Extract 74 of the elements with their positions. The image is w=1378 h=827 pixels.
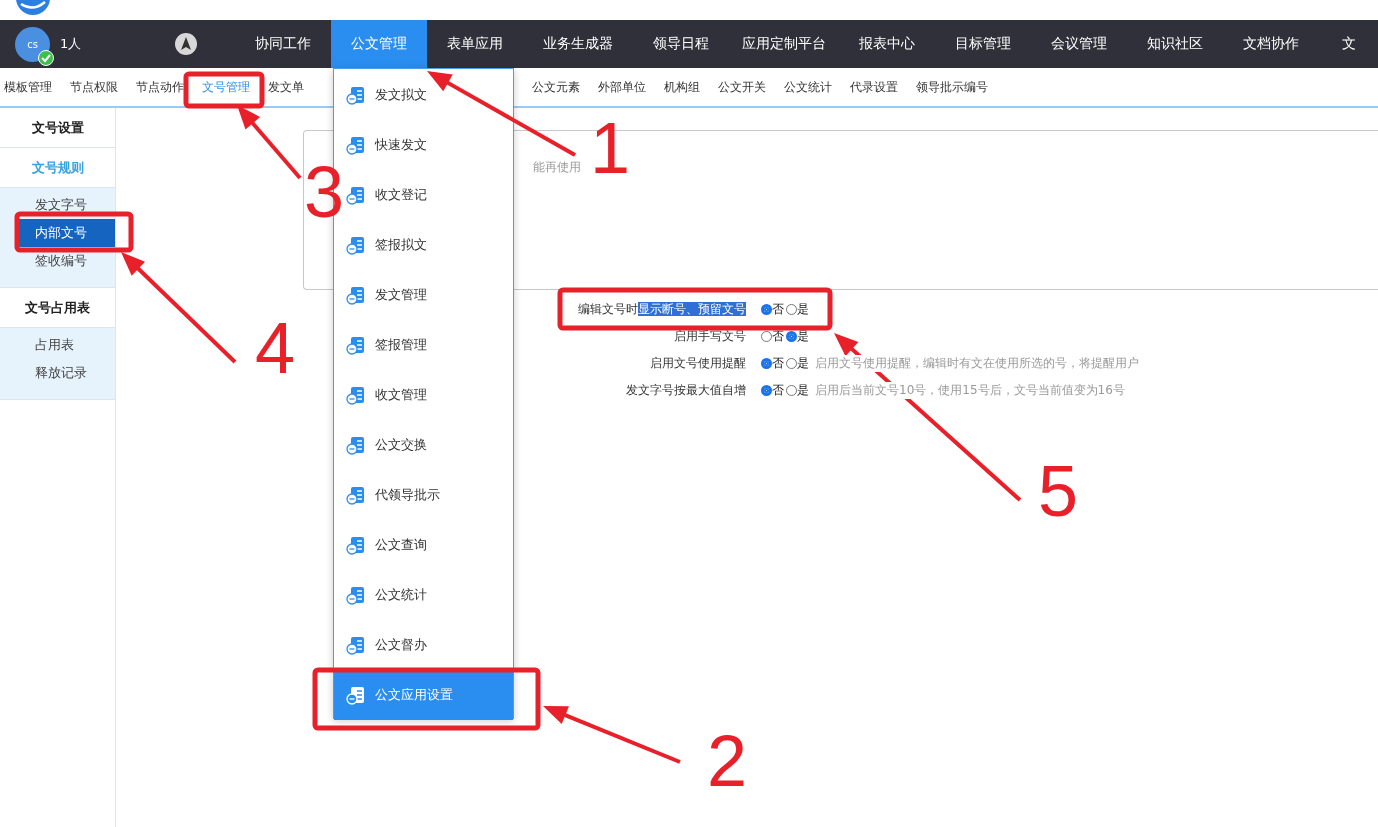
menu-item[interactable]: 签报管理 bbox=[334, 320, 513, 370]
sub-tab[interactable]: 文号管理 bbox=[202, 78, 250, 96]
radio-option[interactable]: 否 bbox=[761, 355, 784, 372]
menu-item[interactable]: 公文查询 bbox=[334, 520, 513, 570]
step-number: 4 bbox=[255, 312, 296, 384]
sub-tab[interactable]: 领导批示编号 bbox=[916, 78, 988, 96]
sub-tab[interactable]: 公文统计 bbox=[784, 78, 832, 96]
document-icon bbox=[346, 535, 365, 555]
nav-tab[interactable]: 业务生成器 bbox=[523, 20, 633, 68]
nav-tab[interactable]: 会议管理 bbox=[1031, 20, 1127, 68]
setting-label: 发文字号按最大值自增 bbox=[626, 382, 746, 399]
sub-tab[interactable]: 机构组 bbox=[664, 78, 700, 96]
sidebar-header[interactable]: 文号设置 bbox=[0, 108, 115, 148]
document-icon bbox=[346, 585, 365, 605]
setting-label: 启用手写文号 bbox=[674, 328, 746, 345]
sidebar-item[interactable]: 发文字号 bbox=[15, 191, 115, 219]
setting-label: 编辑文号时显示断号、预留文号 bbox=[578, 301, 746, 318]
menu-item[interactable]: 快速发文 bbox=[334, 120, 513, 170]
document-icon bbox=[346, 335, 365, 355]
document-icon bbox=[346, 85, 365, 105]
nav-tab[interactable]: 表单应用 bbox=[427, 20, 523, 68]
document-icon bbox=[346, 685, 365, 705]
menu-item[interactable]: 签报拟文 bbox=[334, 220, 513, 270]
nav-tab[interactable]: 文 bbox=[1319, 20, 1378, 68]
sub-tab[interactable]: 节点权限 bbox=[70, 78, 118, 96]
nav-tab[interactable]: 文档协作 bbox=[1223, 20, 1319, 68]
radio-option[interactable]: 否 bbox=[761, 328, 784, 345]
nav-tab[interactable]: 协同工作 bbox=[235, 20, 331, 68]
sidebar-item[interactable]: 释放记录 bbox=[15, 359, 115, 387]
menu-item[interactable]: 收文管理 bbox=[334, 370, 513, 420]
menu-item[interactable]: 公文交换 bbox=[334, 420, 513, 470]
menu-item[interactable]: 发文管理 bbox=[334, 270, 513, 320]
document-icon bbox=[346, 235, 365, 255]
radio-option[interactable]: 是 bbox=[786, 301, 809, 318]
radio-option[interactable]: 是 bbox=[786, 382, 809, 399]
avatar-initials: cs bbox=[27, 38, 38, 50]
sub-tab[interactable]: 代录设置 bbox=[850, 78, 898, 96]
document-icon bbox=[346, 485, 365, 505]
document-icon bbox=[346, 135, 365, 155]
setting-label: 启用文号使用提醒 bbox=[650, 355, 746, 372]
menu-item[interactable]: 发文拟文 bbox=[334, 70, 513, 120]
document-icon bbox=[346, 635, 365, 655]
sub-tab[interactable]: 节点动作 bbox=[136, 78, 184, 96]
nav-tab[interactable]: 知识社区 bbox=[1127, 20, 1223, 68]
hint-text: 能再使用 bbox=[533, 159, 581, 176]
hint-text: 启用后当前文号10号，使用15号后，文号当前值变为16号 bbox=[815, 382, 1125, 399]
document-icon bbox=[346, 435, 365, 455]
online-count: 1人 bbox=[60, 35, 82, 53]
sub-tab[interactable]: 公文元素 bbox=[532, 78, 580, 96]
sidebar-item[interactable]: 签收编号 bbox=[15, 247, 115, 275]
nav-tab[interactable]: 目标管理 bbox=[935, 20, 1031, 68]
hint-text: 启用文号使用提醒，编辑时有文在使用所选的号，将提醒用户 bbox=[815, 355, 1139, 372]
document-icon bbox=[346, 185, 365, 205]
navigation-icon[interactable] bbox=[174, 32, 199, 56]
menu-item[interactable]: 代领导批示 bbox=[334, 470, 513, 520]
radio-option[interactable]: 是 bbox=[786, 355, 809, 372]
step-number: 2 bbox=[707, 725, 748, 797]
step-number: 1 bbox=[590, 112, 631, 184]
step-number: 5 bbox=[1038, 455, 1079, 527]
sub-tab[interactable]: 发文单 bbox=[268, 78, 304, 96]
sub-tab[interactable]: 外部单位 bbox=[598, 78, 646, 96]
nav-tab[interactable]: 应用定制平台 bbox=[729, 20, 839, 68]
nav-tab[interactable]: 领导日程 bbox=[633, 20, 729, 68]
document-icon bbox=[346, 285, 365, 305]
radio-option[interactable]: 否 bbox=[761, 382, 784, 399]
radio-option[interactable]: 是 bbox=[786, 328, 809, 345]
sidebar-item[interactable]: 占用表 bbox=[15, 331, 115, 359]
sub-tab[interactable]: 公文开关 bbox=[718, 78, 766, 96]
sub-tab[interactable]: 模板管理 bbox=[4, 78, 52, 96]
document-icon bbox=[346, 385, 365, 405]
nav-tab[interactable]: 报表中心 bbox=[839, 20, 935, 68]
menu-item[interactable]: 公文统计 bbox=[334, 570, 513, 620]
radio-option[interactable]: 否 bbox=[761, 301, 784, 318]
menu-item[interactable]: 公文督办 bbox=[334, 620, 513, 670]
